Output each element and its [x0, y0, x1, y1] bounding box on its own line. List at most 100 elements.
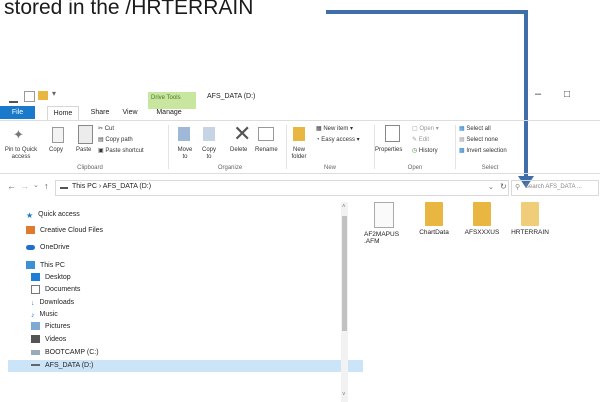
nav-downloads[interactable]: ↓ Downloads	[31, 297, 74, 309]
pin-icon: ✦	[13, 127, 24, 142]
scroll-up-icon[interactable]: ˄	[342, 204, 346, 210]
tab-share[interactable]: Share	[87, 106, 113, 119]
search-placeholder: Search AFS_DATA ...	[525, 184, 582, 190]
copy-button[interactable]: Copy	[49, 147, 63, 153]
copy-path-button[interactable]: ▤ Copy path	[98, 136, 133, 143]
star-icon: ★	[26, 211, 34, 221]
nav-bootcamp-drive[interactable]: BOOTCAMP (C:)	[31, 347, 99, 359]
search-icon: ⚲	[515, 184, 521, 191]
cut-button[interactable]: ✂ Cut	[98, 125, 114, 132]
open-group-label: Open	[407, 165, 423, 171]
address-dropdown-icon[interactable]: ⌄	[488, 183, 494, 191]
tab-file[interactable]: File	[0, 106, 35, 119]
quick-save-icon[interactable]	[24, 91, 35, 102]
tab-home[interactable]: Home	[47, 106, 79, 120]
organize-group-label: Organize	[217, 165, 243, 171]
ribbon-tabs: File Home Share View Manage	[0, 106, 600, 120]
copy-icon	[52, 127, 64, 143]
properties-button[interactable]: Properties	[375, 147, 402, 153]
delete-button[interactable]: Delete	[230, 147, 247, 153]
window-icon	[9, 94, 18, 103]
edit-icon: ✎	[412, 137, 419, 143]
new-folder-button[interactable]: New folder	[288, 147, 310, 161]
file-item-afsxxxus[interactable]: AFSXXXUS	[458, 202, 506, 236]
pin-quick-access-button[interactable]: Pin to Quick access	[2, 147, 40, 161]
nav-pictures[interactable]: Pictures	[31, 321, 70, 333]
caption-text: stored in the /HRTERRAIN	[4, 0, 254, 19]
scrollbar-thumb[interactable]	[342, 216, 347, 331]
tab-manage[interactable]: Manage	[150, 106, 188, 119]
move-to-icon	[178, 127, 190, 141]
search-box[interactable]: ⚲ Search AFS_DATA ...	[511, 180, 599, 196]
nav-this-pc[interactable]: This PC	[26, 260, 65, 272]
ribbon: ✦ Pin to Quick access Copy Paste ✂ Cut ▤…	[0, 120, 600, 174]
nav-scrollbar[interactable]: ˄ ˅	[341, 202, 348, 402]
easy-access-button[interactable]: ◔ Easy access ▾	[316, 136, 360, 143]
explorer-window: ▾ Drive Tools AFS_DATA (D:) – □ File Hom…	[0, 87, 600, 402]
history-button[interactable]: ◷ History	[412, 147, 438, 154]
desktop-icon	[31, 273, 40, 282]
up-arrow-icon[interactable]: ↑	[44, 181, 49, 191]
refresh-icon[interactable]: ↻	[500, 182, 507, 191]
paste-icon	[78, 125, 93, 144]
scroll-down-icon[interactable]: ˅	[342, 392, 346, 398]
nav-afs-data-drive[interactable]: AFS_DATA (D:)	[8, 360, 363, 372]
folder-icon	[425, 202, 443, 226]
new-item-button[interactable]: ▦ New item ▾	[316, 125, 353, 132]
file-item-af2mapus[interactable]: AF2MAPUS .AFM	[360, 202, 408, 245]
cloud-folder-icon	[26, 226, 35, 235]
minimize-button[interactable]: –	[535, 88, 541, 100]
window-title: AFS_DATA (D:)	[207, 93, 256, 100]
onedrive-icon	[26, 244, 35, 250]
file-list: AF2MAPUS .AFM ChartData AFSXXXUS HRTERRA…	[360, 202, 600, 402]
clipboard-group-label: Clipboard	[77, 165, 103, 171]
new-folder-quick-icon[interactable]	[38, 91, 48, 100]
open-button[interactable]: ▢ Open ▾	[412, 125, 439, 132]
customize-toolbar-icon[interactable]: ▾	[52, 89, 56, 98]
navigation-pane: ★ Quick access Creative Cloud Files OneDr…	[0, 202, 363, 402]
move-to-button[interactable]: Move to	[176, 147, 194, 161]
edit-button[interactable]: ✎ Edit	[412, 136, 429, 143]
documents-icon	[31, 284, 40, 294]
drive-icon	[31, 364, 40, 367]
nav-desktop[interactable]: Desktop	[31, 272, 71, 284]
invert-selection-button[interactable]: ▩ Invert selection	[459, 147, 507, 154]
delete-icon: ✕	[233, 121, 252, 146]
back-arrow-icon[interactable]: ←	[7, 181, 16, 191]
recent-locations-icon[interactable]: ⌄	[33, 181, 39, 189]
select-group-label: Select	[481, 165, 499, 171]
music-icon: ♪	[31, 312, 35, 320]
videos-icon	[31, 335, 40, 344]
new-group-label: New	[323, 165, 336, 171]
paste-button[interactable]: Paste	[76, 147, 91, 153]
forward-arrow-icon[interactable]: →	[20, 181, 29, 191]
select-all-button[interactable]: ▦ Select all	[459, 125, 491, 132]
folder-icon	[521, 202, 539, 226]
select-none-button[interactable]: ▦ Select none	[459, 136, 498, 143]
scissors-icon: ✂	[98, 126, 105, 132]
new-folder-icon	[293, 127, 305, 141]
file-item-hrterrain[interactable]: HRTERRAIN	[506, 202, 554, 236]
nav-onedrive[interactable]: OneDrive	[26, 242, 70, 254]
rename-button[interactable]: Rename	[255, 147, 278, 153]
pc-icon	[26, 261, 35, 270]
copy-to-button[interactable]: Copy to	[200, 147, 218, 161]
nav-quick-access[interactable]: ★ Quick access	[26, 209, 80, 221]
drive-address-icon	[60, 187, 68, 189]
nav-creative-cloud-files[interactable]: Creative Cloud Files	[26, 225, 103, 237]
folder-icon	[473, 202, 491, 226]
arrow-horizontal	[326, 10, 528, 14]
downloads-icon: ↓	[31, 300, 35, 308]
pictures-icon	[31, 322, 40, 331]
paste-shortcut-button[interactable]: ▣ Paste shortcut	[98, 147, 144, 154]
nav-videos[interactable]: Videos	[31, 334, 66, 346]
tab-view[interactable]: View	[117, 106, 143, 119]
address-field[interactable]: This PC › AFS_DATA (D:) ⌄ ↻	[55, 180, 509, 196]
nav-music[interactable]: ♪ Music	[31, 309, 58, 321]
file-icon	[374, 202, 394, 228]
drive-tools-label: Drive Tools	[151, 95, 181, 101]
maximize-button[interactable]: □	[564, 89, 570, 100]
file-item-chartdata[interactable]: ChartData	[410, 202, 458, 236]
history-icon: ◷	[412, 148, 419, 154]
nav-documents[interactable]: Documents	[31, 284, 80, 296]
